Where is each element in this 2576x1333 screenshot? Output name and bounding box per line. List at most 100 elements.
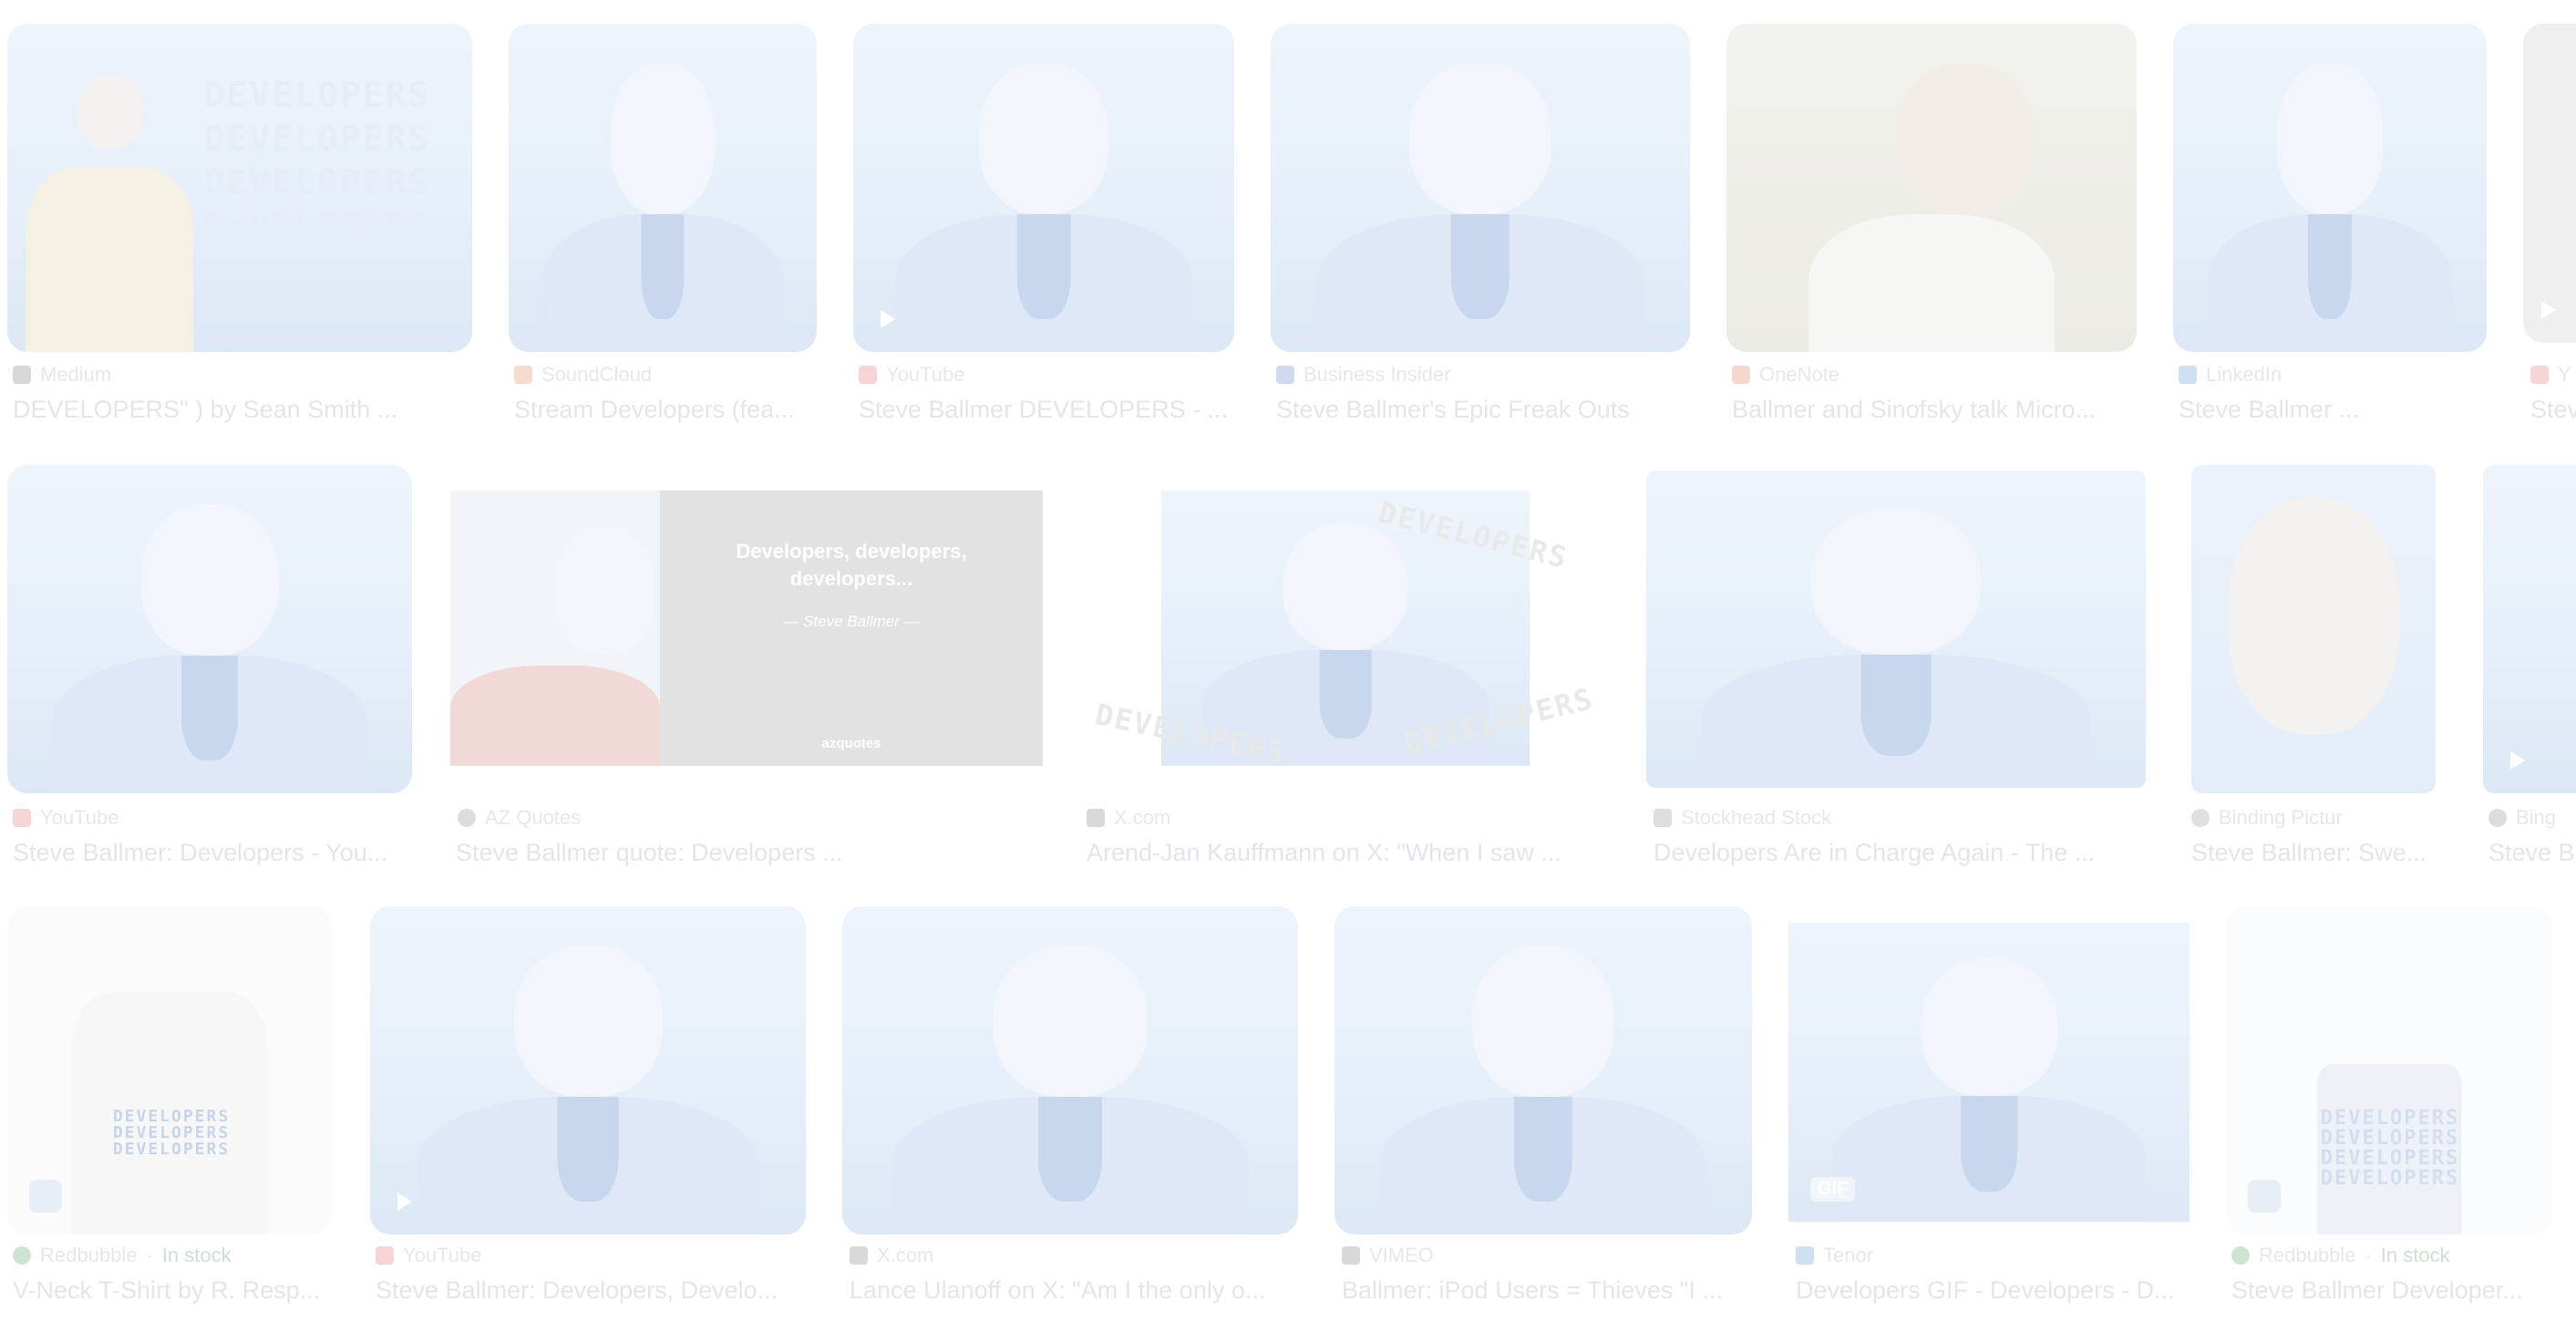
result-title[interactable]: V-Neck T-Shirt by R. Resp... — [13, 1276, 332, 1305]
result-card[interactable]: SoundCloud Stream Developers (fea... — [509, 24, 817, 425]
source-label: AZ Quotes — [485, 806, 582, 829]
result-thumbnail[interactable] — [2191, 465, 2436, 793]
source-label: YouTube — [40, 806, 119, 829]
result-title[interactable]: Stev — [2530, 396, 2576, 424]
result-title[interactable]: Arend-Jan Kauffmann on X: "When I saw ..… — [1087, 839, 1602, 867]
result-source[interactable]: Y — [2530, 363, 2571, 387]
youtube-icon — [859, 366, 877, 384]
result-title[interactable]: Steve Ballmer quote: Developers ... — [456, 839, 1039, 867]
binding-icon — [2191, 809, 2210, 827]
result-source[interactable]: SoundCloud — [514, 363, 652, 387]
result-thumbnail[interactable] — [370, 906, 806, 1235]
result-card[interactable]: Developers, developers, developers... — … — [448, 465, 1043, 866]
result-thumbnail[interactable] — [509, 24, 817, 352]
result-thumbnail[interactable] — [1334, 906, 1752, 1235]
result-thumbnail[interactable] — [1646, 470, 2146, 788]
result-source[interactable]: Stockhead Stock — [1654, 806, 1831, 830]
result-source[interactable]: OneNote — [1732, 363, 1839, 387]
result-thumbnail[interactable] — [2483, 465, 2576, 793]
result-title[interactable]: DEVELOPERS" ) by Sean Smith ... — [13, 396, 469, 424]
x-icon — [1087, 809, 1105, 827]
result-thumbnail[interactable]: Developers, developers, developers... — … — [450, 491, 1043, 766]
business-insider-icon — [1276, 366, 1294, 384]
image-overlay-text: DEVELOPERS DEVELOPERS DEVELOPERS DEVELOP… — [2320, 1107, 2460, 1190]
result-thumbnail[interactable]: GIF — [1788, 923, 2190, 1222]
favorite-icon[interactable] — [2248, 1180, 2281, 1213]
result-card[interactable]: DEVELOPERS DEVELOPERS DEVELOPERS X.com A… — [1079, 465, 1606, 866]
result-card[interactable]: DEVELOPERS DEVELOPERS DEVELOPERS Redbubb… — [7, 906, 332, 1307]
result-title[interactable]: Steve Ballmer Developer... — [2231, 1276, 2550, 1305]
result-source[interactable]: Redbubble · In stock — [13, 1244, 232, 1267]
result-card[interactable]: Business Insider Steve Ballmer's Epic Fr… — [1271, 24, 1690, 425]
result-title[interactable]: Steve Ballmer ... — [2179, 396, 2483, 424]
result-source[interactable]: VIMEO — [1342, 1244, 1434, 1267]
soundcloud-icon — [514, 366, 532, 384]
result-card[interactable]: VIMEO Ballmer: iPod Users = Thieves "I .… — [1334, 906, 1752, 1307]
result-card[interactable]: X.com Lance Ulanoff on X: "Am I the only… — [842, 906, 1298, 1307]
result-source[interactable]: Business Insider — [1276, 363, 1450, 387]
source-label: Business Insider — [1303, 363, 1451, 386]
result-source[interactable]: Tenor — [1796, 1244, 1873, 1267]
result-title[interactable]: Steve Ballmer: Developers, Develo... — [376, 1276, 804, 1305]
result-title[interactable]: Ballmer and Sinofsky talk Micro... — [1732, 396, 2133, 424]
result-thumbnail[interactable] — [2173, 24, 2487, 352]
result-thumbnail[interactable] — [842, 906, 1298, 1235]
result-source[interactable]: X.com — [850, 1244, 933, 1267]
result-source[interactable]: Binding Pictur — [2191, 806, 2343, 830]
bing-icon — [2488, 809, 2507, 827]
result-source[interactable]: Redbubble · In stock — [2231, 1244, 2450, 1267]
result-card[interactable]: OneNote Ballmer and Sinofsky talk Micro.… — [1726, 24, 2137, 425]
result-source[interactable]: YouTube — [859, 363, 964, 387]
result-title[interactable]: Lance Ulanoff on X: "Am I the only o... — [850, 1276, 1296, 1305]
result-card[interactable]: Bing Steve B — [2483, 465, 2576, 866]
result-title[interactable]: Ballmer: iPod Users = Thieves "I ... — [1342, 1276, 1750, 1305]
in-stock-label: In stock — [2380, 1244, 2450, 1266]
result-card[interactable]: DEVELOPERS DEVELOPERS DEVELOPERS DEVELOP… — [7, 24, 472, 425]
result-thumbnail[interactable]: DEVELOPERS DEVELOPERS DEVELOPERS — [7, 906, 332, 1235]
result-card[interactable]: Stockhead Stock Developers Are in Charge… — [1646, 465, 2146, 866]
result-source[interactable]: Medium — [13, 363, 111, 387]
result-title[interactable]: Stream Developers (fea... — [514, 396, 815, 424]
result-source[interactable]: Bing — [2488, 806, 2556, 830]
result-thumbnail[interactable] — [7, 465, 412, 793]
source-label: Medium — [40, 363, 112, 386]
result-card[interactable]: YouTube Steve Ballmer: Developers - You.… — [7, 465, 412, 866]
result-card[interactable]: DEVELOPERS DEVELOPERS DEVELOPERS DEVELOP… — [2226, 906, 2552, 1307]
result-card[interactable]: GIF Tenor Developers GIF - Developers - … — [1788, 906, 2190, 1307]
play-icon — [397, 1193, 412, 1211]
result-thumbnail[interactable] — [1726, 24, 2137, 352]
result-thumbnail[interactable]: DEVELOPERS DEVELOPERS DEVELOPERS DEVELOP… — [2226, 906, 2552, 1235]
result-title[interactable]: Steve Ballmer: Swe... — [2191, 839, 2436, 867]
source-label: YouTube — [886, 363, 965, 386]
result-card[interactable]: LinkedIn Steve Ballmer ... — [2173, 24, 2487, 425]
result-source[interactable]: LinkedIn — [2179, 363, 2282, 387]
quote-panel: Developers, developers, developers... — … — [660, 491, 1043, 766]
result-source[interactable]: AZ Quotes — [458, 806, 581, 830]
result-source[interactable]: YouTube — [13, 806, 118, 830]
result-thumbnail[interactable]: DEVELOPERS DEVELOPERS DEVELOPERS DEVELOP… — [7, 24, 472, 352]
result-thumbnail[interactable] — [1271, 24, 1690, 352]
result-title[interactable]: Steve Ballmer's Epic Freak Outs — [1276, 396, 1686, 424]
result-thumbnail[interactable] — [2523, 24, 2576, 343]
favorite-icon[interactable] — [29, 1180, 62, 1213]
result-source[interactable]: YouTube — [376, 1244, 481, 1267]
result-title[interactable]: Steve Ballmer DEVELOPERS - ... — [859, 396, 1232, 424]
result-card[interactable]: YouTube Steve Ballmer: Developers, Devel… — [370, 906, 806, 1307]
result-card[interactable]: Binding Pictur Steve Ballmer: Swe... — [2191, 465, 2436, 866]
image-overlay-text: DEVELOPERS DEVELOPERS DEVELOPERS — [112, 1107, 231, 1159]
result-title[interactable]: Steve Ballmer: Developers - You... — [13, 839, 410, 867]
quote-brand: azquotes — [821, 736, 881, 751]
result-source[interactable]: X.com — [1087, 806, 1170, 830]
gif-badge: GIF — [1810, 1177, 1856, 1202]
result-card[interactable]: Y Stev — [2523, 24, 2576, 425]
result-card[interactable]: YouTube Steve Ballmer DEVELOPERS - ... — [853, 24, 1234, 425]
result-title[interactable]: Developers GIF - Developers - D... — [1796, 1276, 2188, 1305]
result-title[interactable]: Steve B — [2488, 839, 2576, 866]
source-label: YouTube — [403, 1244, 482, 1266]
source-label: Binding Pictur — [2219, 806, 2343, 829]
result-title[interactable]: Developers Are in Charge Again - The ... — [1654, 839, 2142, 867]
source-label: Bing — [2516, 806, 2557, 829]
play-icon — [2541, 301, 2556, 319]
source-label: LinkedIn — [2206, 363, 2282, 386]
result-thumbnail[interactable] — [853, 24, 1234, 352]
